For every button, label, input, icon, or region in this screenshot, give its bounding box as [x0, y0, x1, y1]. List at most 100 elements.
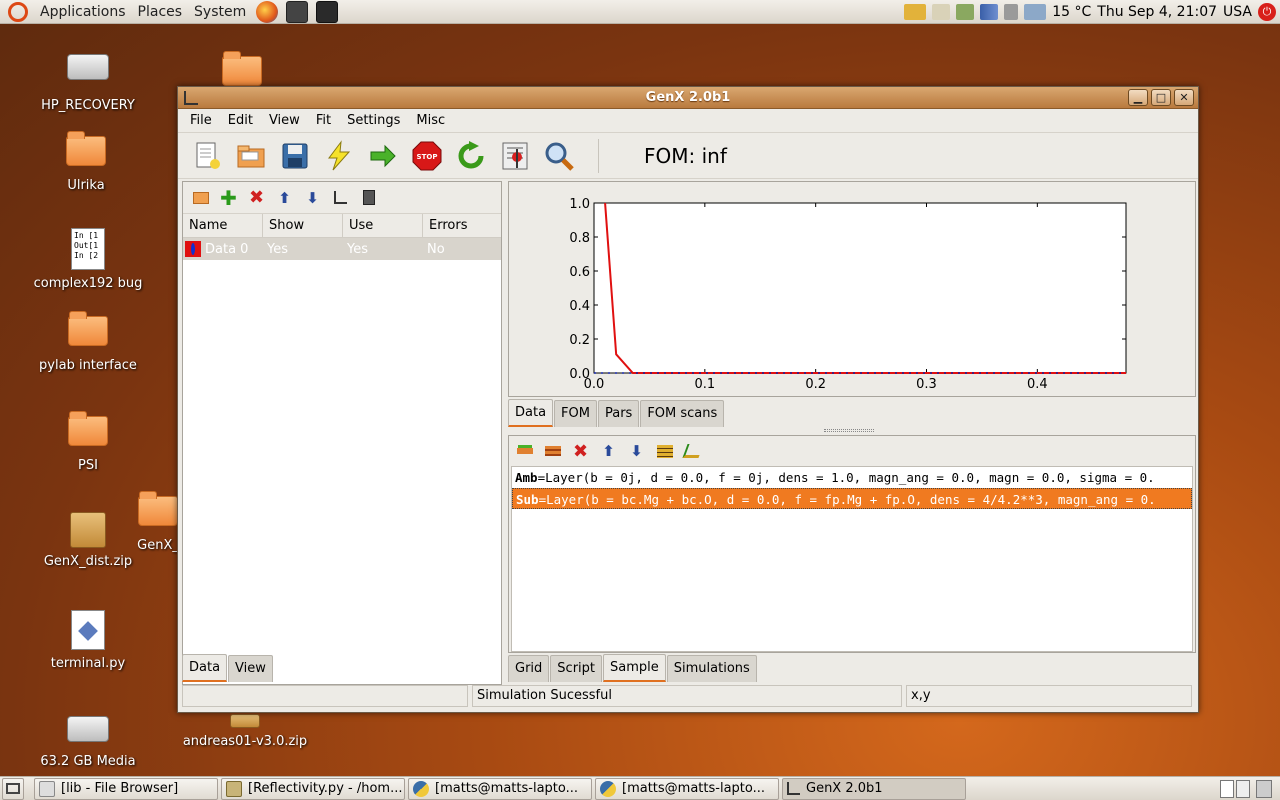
zoom-button[interactable]	[540, 137, 577, 174]
window-titlebar[interactable]: GenX 2.0b1 ▁ □ ✕	[178, 87, 1198, 109]
desktop-icon-andreas-zip[interactable]: andreas01-v3.0.zip	[180, 714, 310, 749]
menu-misc[interactable]: Misc	[408, 113, 453, 128]
layer-item-amb[interactable]: Amb=Layer(b = 0j, d = 0.0, f = 0j, dens …	[512, 467, 1192, 488]
search-tray-icon[interactable]	[932, 3, 951, 20]
network-signal-icon[interactable]	[980, 3, 999, 20]
weather-temperature[interactable]: 15 °C	[1052, 4, 1091, 20]
minimize-button[interactable]: ▁	[1128, 89, 1148, 106]
splitter-handle[interactable]	[824, 429, 874, 432]
add-stack-icon	[544, 446, 561, 456]
data-color-icon[interactable]	[185, 241, 201, 257]
open-data-button[interactable]	[191, 188, 210, 207]
layer-item-sub[interactable]: Sub=Layer(b = bc.Mg + bc.O, d = 0.0, f =…	[512, 488, 1192, 509]
layer-down-button[interactable]: ⬇	[627, 442, 646, 461]
clock[interactable]: Thu Sep 4, 21:07	[1097, 4, 1217, 20]
stop-fit-button[interactable]: STOP	[408, 137, 445, 174]
menu-settings[interactable]: Settings	[339, 113, 408, 128]
sample-layer-list[interactable]: Amb=Layer(b = 0j, d = 0.0, f = 0j, dens …	[511, 466, 1193, 652]
trash-icon[interactable]	[1256, 779, 1272, 798]
battery-icon[interactable]	[956, 3, 975, 20]
weather-icon[interactable]	[1024, 3, 1047, 20]
taskbar-item-genx[interactable]: GenX 2.0b1	[782, 777, 966, 800]
keys-icon[interactable]	[904, 3, 927, 20]
tab-grid[interactable]: Grid	[508, 655, 550, 682]
column-header-show[interactable]: Show	[263, 214, 343, 237]
plot-settings-button[interactable]	[331, 188, 350, 207]
tab-simulations[interactable]: Simulations	[666, 655, 757, 682]
add-stack-button[interactable]	[543, 442, 562, 461]
new-model-button[interactable]	[188, 137, 225, 174]
add-data-button[interactable]: ✚	[219, 186, 238, 210]
move-down-button[interactable]: ⬇	[303, 188, 322, 207]
layer-up-button[interactable]: ⬆	[599, 442, 618, 461]
show-desktop-button[interactable]	[2, 777, 24, 800]
data-show-cell: Yes	[267, 241, 288, 257]
taskbar-item-file-browser[interactable]: [lib - File Browser]	[34, 777, 218, 800]
desktop-icon-terminal-py[interactable]: terminal.py	[33, 610, 143, 671]
calculator-launcher-icon[interactable]	[286, 0, 309, 23]
menu-edit[interactable]: Edit	[220, 113, 261, 128]
tab-plot-pars[interactable]: Pars	[597, 400, 640, 427]
simulate-button[interactable]	[320, 137, 357, 174]
x-tick-label: 0.4	[1027, 377, 1048, 392]
delete-data-button[interactable]: ✖	[247, 187, 266, 208]
menu-fit[interactable]: Fit	[308, 113, 339, 128]
desktop-icon-media-drive[interactable]: 63.2 GB Media	[33, 716, 143, 769]
column-header-use[interactable]: Use	[343, 214, 423, 237]
desktop-icon-hp-recovery[interactable]: HP_RECOVERY	[33, 54, 143, 113]
taskbar-item-terminal-2[interactable]: [matts@matts-lapto...	[595, 777, 779, 800]
keyboard-layout[interactable]: USA	[1223, 4, 1252, 20]
menu-file[interactable]: File	[182, 113, 220, 128]
move-up-button[interactable]: ⬆	[275, 188, 294, 207]
menu-view[interactable]: View	[261, 113, 308, 128]
instrument-button[interactable]	[681, 442, 704, 461]
y-tick-label: 0.2	[569, 333, 590, 348]
open-folder-icon	[237, 145, 264, 167]
desktop-icon-pylab-interface[interactable]: pylab interface	[33, 311, 143, 373]
applications-menu[interactable]: Applications	[34, 4, 132, 20]
taskbar-item-terminal-1[interactable]: [matts@matts-lapto...	[408, 777, 592, 800]
tab-data[interactable]: Data	[182, 654, 228, 682]
tab-plot-data[interactable]: Data	[508, 399, 554, 427]
column-header-errors[interactable]: Errors	[423, 214, 501, 237]
add-layer-icon	[516, 448, 533, 454]
desktop-icon-complex192-bug[interactable]: In [1 Out[1 In [2 complex192 bug	[33, 228, 143, 291]
folder-icon	[138, 491, 178, 526]
delete-layer-button[interactable]: ✖	[571, 440, 590, 462]
tab-plot-fom-scans[interactable]: FOM scans	[640, 400, 725, 427]
tab-plot-fom[interactable]: FOM	[554, 400, 597, 427]
add-layer-button[interactable]	[515, 442, 534, 461]
desktop-icon-folder-top[interactable]	[187, 51, 297, 90]
tab-view[interactable]: View	[228, 655, 273, 682]
tab-sample[interactable]: Sample	[603, 654, 666, 682]
firefox-launcher-icon[interactable]	[256, 0, 279, 23]
terminal-launcher-icon[interactable]	[316, 0, 339, 23]
tab-script[interactable]: Script	[550, 655, 603, 682]
places-menu[interactable]: Places	[132, 4, 189, 20]
reflectivity-plot[interactable]: 0.0 0.1 0.2 0.3 0.40.00.20.40.60.81.0	[509, 182, 1195, 396]
ubuntu-logo-icon[interactable]	[8, 1, 28, 22]
power-icon[interactable]: ⏻	[1258, 2, 1276, 21]
calculator-button[interactable]	[359, 188, 378, 207]
desktop-icon-ulrika[interactable]: Ulrika	[31, 131, 141, 193]
taskbar-item-reflectivity[interactable]: [Reflectivity.py - /hom...	[221, 777, 405, 800]
start-fit-button[interactable]	[364, 137, 401, 174]
sample-settings-button[interactable]	[655, 442, 674, 461]
desktop-icon-label: 63.2 GB Media	[40, 754, 136, 769]
open-model-button[interactable]	[232, 137, 269, 174]
workspace-2[interactable]	[1236, 779, 1250, 798]
calc-errors-button[interactable]	[496, 137, 533, 174]
save-disk-icon	[282, 143, 307, 168]
workspace-switcher[interactable]	[1220, 779, 1250, 798]
delete-x-icon: ✖	[572, 440, 589, 462]
column-header-name[interactable]: Name	[183, 214, 263, 237]
maximize-button[interactable]: □	[1151, 89, 1171, 106]
save-model-button[interactable]	[276, 137, 313, 174]
desktop-icon-psi[interactable]: PSI	[33, 411, 143, 473]
close-button[interactable]: ✕	[1174, 89, 1194, 106]
restart-fit-button[interactable]	[452, 137, 489, 174]
list-item[interactable]: Data 0 Yes Yes No	[183, 238, 501, 260]
workspace-1[interactable]	[1220, 779, 1234, 798]
system-menu[interactable]: System	[188, 4, 252, 20]
volume-icon[interactable]	[1004, 3, 1019, 20]
